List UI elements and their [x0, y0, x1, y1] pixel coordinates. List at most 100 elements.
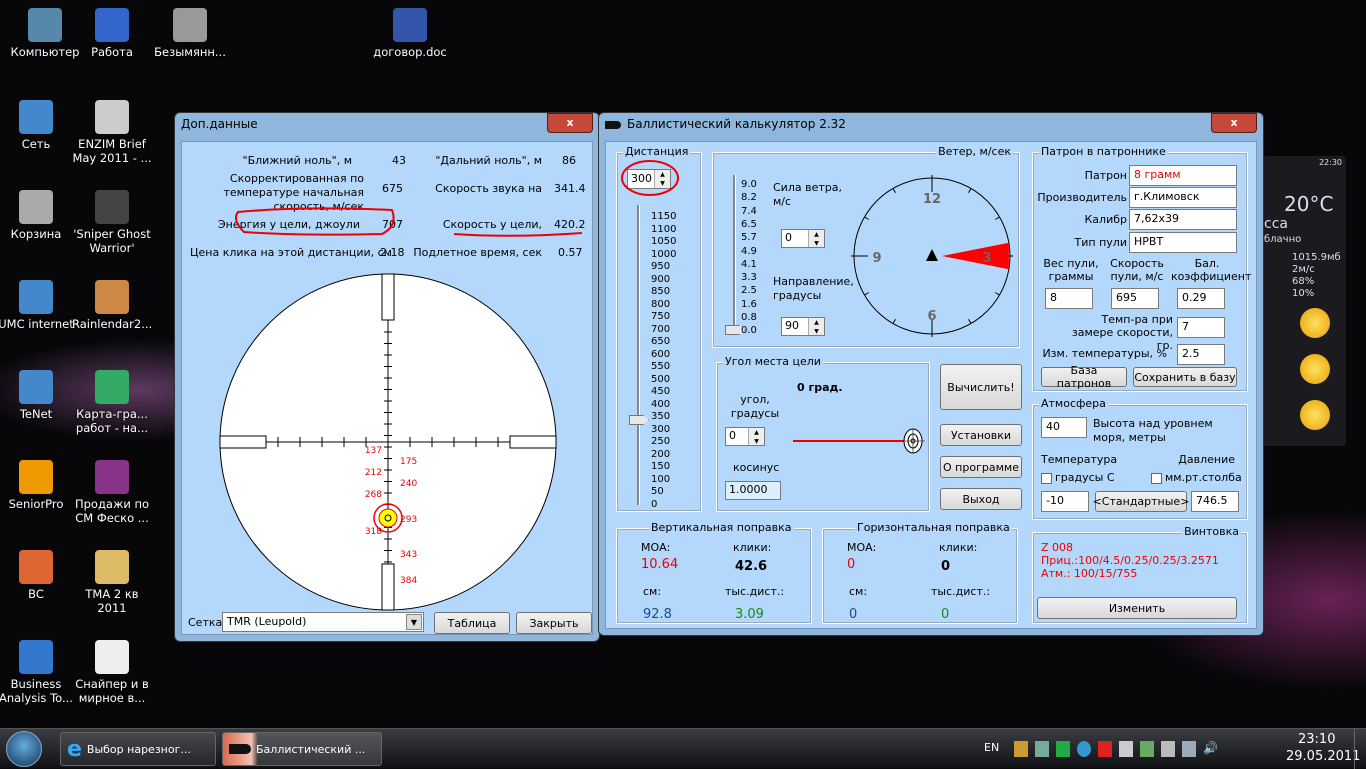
clock-time[interactable]: 23:10 [1298, 732, 1335, 747]
start-button[interactable] [6, 731, 42, 767]
mil-label: тыс.дист.: [725, 585, 785, 598]
show-desktop-button[interactable] [1354, 729, 1366, 769]
tray-icon[interactable] [1056, 741, 1070, 757]
distance-tick-label: 200 [651, 448, 671, 460]
wind-slider-track[interactable] [733, 175, 736, 335]
wind-force-spinner[interactable]: ▲ ▼ [808, 230, 824, 247]
rifle-legend: Винтовка [1182, 525, 1241, 538]
tray-icon[interactable] [1098, 741, 1112, 757]
flag-icon[interactable] [1119, 741, 1133, 757]
dial-tick [994, 292, 1000, 296]
clicks-value: 42.6 [735, 559, 768, 574]
taskbar-item-browser[interactable]: e Выбор нарезног... [60, 732, 216, 766]
desktop-icon[interactable]: Снайпер и в мирное в... [72, 640, 152, 705]
taskbar-item-ballistic[interactable]: Баллистический ... [222, 732, 382, 766]
desktop-icon[interactable]: TeNet [0, 370, 76, 421]
close-dialog-button[interactable]: Закрыть [516, 612, 592, 634]
desktop-icon[interactable]: 'Sniper Ghost Warrior' [72, 190, 152, 255]
grid-select[interactable]: TMR (Leupold) ▼ [222, 612, 424, 632]
altitude-input[interactable]: 40 [1041, 417, 1087, 438]
desktop-icon[interactable]: Карта-гра... работ - на... [72, 370, 152, 435]
distance-tick-label: 500 [651, 373, 671, 385]
angle-input[interactable]: 0 ▲ ▼ [725, 427, 765, 446]
bc-input[interactable]: 0.29 [1177, 288, 1225, 309]
shooter-marker-icon [926, 249, 938, 261]
desktop-icon[interactable]: UMC internet [0, 280, 76, 331]
bullet-type-input[interactable]: НРВТ [1129, 232, 1237, 253]
desktop-icon[interactable]: Безымянн... [150, 8, 230, 59]
clock-date[interactable]: 29.05.2011 [1286, 749, 1360, 764]
language-indicator[interactable]: EN [984, 741, 999, 754]
distance-tick-label: 400 [651, 398, 671, 410]
save-to-db-button[interactable]: Сохранить в базу [1133, 367, 1237, 387]
measure-temp-input[interactable]: 7 [1177, 317, 1225, 338]
exit-button[interactable]: Выход [940, 488, 1022, 510]
cm-label: см: [849, 585, 868, 598]
distance-tick-label: 750 [651, 311, 671, 322]
angle-spinner[interactable]: ▲ ▼ [748, 428, 764, 445]
standard-conditions-button[interactable]: <Стандартные> [1093, 491, 1189, 512]
temperature-input[interactable]: -10 [1041, 491, 1089, 512]
desktop-icon[interactable]: договор.doc [370, 8, 450, 59]
network-icon[interactable] [1182, 741, 1196, 757]
desktop-icon[interactable]: Сеть [0, 100, 76, 151]
maker-input[interactable]: г.Климовск [1129, 187, 1237, 208]
wind-direction-input[interactable]: 90 ▲ ▼ [781, 317, 825, 336]
rifle-group: Винтовка Z 008 Приц.:100/4.5/0.25/0.25/3… [1032, 525, 1248, 624]
close-button[interactable]: x [1211, 113, 1257, 133]
wind-force-input[interactable]: 0 ▲ ▼ [781, 229, 825, 248]
tray-icon[interactable] [1140, 741, 1154, 757]
desktop-icon[interactable]: Business Analysis To... [0, 640, 76, 705]
dial-tick [892, 318, 896, 324]
clicks-label: клики: [939, 541, 978, 554]
atmo-params: Атм.: 100/15/755 [1041, 567, 1138, 580]
desktop-icon[interactable]: Продажи по СМ Феско ... [72, 460, 152, 525]
tray-icon[interactable] [1014, 741, 1028, 757]
tray-icon[interactable] [1035, 741, 1049, 757]
close-button[interactable]: x [547, 113, 593, 133]
volume-icon[interactable]: 🔊 [1203, 741, 1218, 757]
clock-label: 9 [872, 251, 881, 266]
desktop-icon[interactable]: Rainlendar2... [72, 280, 152, 331]
grid-select-value: TMR (Leupold) [227, 615, 307, 628]
wind-direction-label: Направление, градусы [773, 275, 854, 302]
wind-direction-spinner[interactable]: ▲ ▼ [808, 318, 824, 335]
reticle-distance-label: 137 [365, 446, 382, 456]
cartridge-db-button[interactable]: База патронов [1041, 364, 1127, 390]
scope-params: Приц.:100/4.5/0.25/0.25/3.2571 [1041, 554, 1219, 567]
mmhg-checkbox[interactable] [1151, 472, 1162, 484]
chevron-down-icon[interactable]: ▼ [406, 614, 422, 630]
distance-slider-track[interactable] [637, 205, 640, 505]
desktop-icon[interactable]: Корзина [0, 190, 76, 241]
reticle-distance-label: 175 [400, 457, 417, 467]
caliber-input[interactable]: 7,62x39 [1129, 209, 1237, 230]
wind-tick-label: 4.9 [741, 245, 757, 257]
horizontal-correction-group: Горизонтальная поправка МОА: клики: 0 0 … [822, 521, 1018, 624]
desktop-icon[interactable]: ТМА 2 кв 2011 [72, 550, 152, 615]
weight-input[interactable]: 8 [1045, 288, 1093, 309]
table-button[interactable]: Таблица [434, 612, 510, 634]
weather-gadget[interactable]: 22:30 20°C сса блачно 1015.9мб 2м/с 68% … [1262, 156, 1346, 446]
settings-button[interactable]: Установки [940, 424, 1022, 446]
distance-tick-label: 350 [651, 411, 671, 422]
tray-icon[interactable] [1077, 741, 1091, 757]
reticle-post-right [509, 435, 557, 449]
calculate-button[interactable]: Вычислить! [940, 364, 1022, 410]
video-icon [173, 8, 207, 42]
wind-clock-dial[interactable]: 12 3 6 9 [851, 175, 1013, 337]
tray-icon[interactable] [1161, 741, 1175, 757]
cartridge-input[interactable]: 8 грамм [1129, 165, 1237, 186]
desktop-icon[interactable]: Работа [72, 8, 152, 59]
ie-icon: e [67, 736, 82, 762]
change-rifle-button[interactable]: Изменить [1037, 597, 1237, 619]
pressure-input[interactable]: 746.5 [1191, 491, 1239, 512]
about-button[interactable]: О программе [940, 456, 1022, 478]
temp-change-input[interactable]: 2.5 [1177, 344, 1225, 365]
desktop-icon[interactable]: SeniorPro [0, 460, 76, 511]
reticle-post-top [381, 273, 395, 321]
celsius-checkbox[interactable] [1041, 472, 1052, 484]
speed-input[interactable]: 695 [1111, 288, 1159, 309]
desktop-icon[interactable]: BC [0, 550, 76, 601]
desktop-icon[interactable]: ENZIM Brief May 2011 - ... [72, 100, 152, 165]
target-angle-readout: 0 град. [797, 381, 843, 394]
